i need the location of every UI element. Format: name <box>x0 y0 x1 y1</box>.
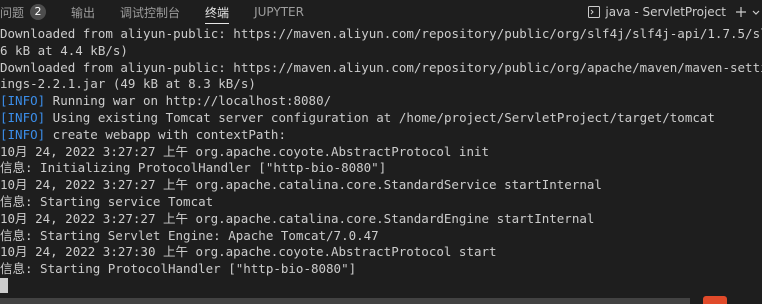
new-terminal-button[interactable] <box>732 0 750 24</box>
terminal-line: 10月 24, 2022 3:27:27 上午 org.apache.catal… <box>0 211 762 228</box>
terminal-line: [INFO] Using existing Tomcat server conf… <box>0 110 762 127</box>
terminal-line-text: ings-2.2.1.jar (49 kB at 8.3 kB/s) <box>0 76 256 92</box>
chevron-down-icon <box>752 10 760 15</box>
terminal-prompt-line <box>0 277 762 295</box>
terminal-selector-label: java - ServletProject <box>605 5 726 19</box>
terminal-line-text: Running war on http://localhost:8080/ <box>45 93 332 109</box>
terminal-actions: java - ServletProject <box>588 0 762 24</box>
info-tag: [INFO] <box>0 109 46 125</box>
terminal-line-text: 6 kB at 4.4 kB/s) <box>0 42 128 58</box>
info-tag: [INFO] <box>0 93 46 109</box>
tab-output-label: 输出 <box>71 5 96 20</box>
terminal-selector[interactable]: java - ServletProject <box>588 0 726 24</box>
terminal-line: 6 kB at 4.4 kB/s) <box>0 43 762 60</box>
tab-terminal-label: 终端 <box>205 5 230 20</box>
terminal-line: 信息: Initializing ProtocolHandler ["http-… <box>0 160 762 177</box>
terminal-line-text: 10月 24, 2022 3:27:27 上午 org.apache.catal… <box>0 210 595 226</box>
terminal-line: [INFO] create webapp with contextPath: <box>0 127 762 144</box>
tab-jupyter[interactable]: JUPYTER <box>254 0 304 24</box>
tab-problems-label: 问题 <box>0 5 25 20</box>
terminal-line: 信息: Starting Servlet Engine: Apache Tomc… <box>0 228 762 245</box>
terminal-line-text: 10月 24, 2022 3:27:30 上午 org.apache.coyot… <box>0 244 497 260</box>
tab-jupyter-label: JUPYTER <box>254 5 304 19</box>
tab-terminal[interactable]: 终端 <box>205 0 230 24</box>
terminal-line-text: create webapp with contextPath: <box>45 126 286 142</box>
plus-icon <box>736 7 746 17</box>
terminal-line: 10月 24, 2022 3:27:27 上午 org.apache.coyot… <box>0 144 762 161</box>
info-tag: [INFO] <box>0 126 46 142</box>
tab-output[interactable]: 输出 <box>71 0 95 24</box>
terminal-cursor <box>0 277 8 293</box>
horizontal-scrollbar[interactable] <box>0 298 690 304</box>
terminal-line-text: 信息: Starting ProtocolHandler ["http-bio-… <box>0 261 357 277</box>
terminal-panel: 问题 2 输出 调试控制台 终端 JUPYTER java - ServletP… <box>0 0 762 304</box>
terminal-line-text: Using existing Tomcat server configurati… <box>45 109 715 125</box>
terminal-line: 10月 24, 2022 3:27:30 上午 org.apache.coyot… <box>0 244 762 261</box>
terminal-line: [INFO] Running war on http://localhost:8… <box>0 93 762 110</box>
terminal-line: Downloaded from aliyun-public: https://m… <box>0 60 762 77</box>
terminal-icon <box>588 6 601 18</box>
problems-count-badge: 2 <box>30 4 47 20</box>
terminal-line: ings-2.2.1.jar (49 kB at 8.3 kB/s) <box>0 76 762 93</box>
terminal-line-text: 信息: Starting service Tomcat <box>0 193 214 209</box>
terminal-line: 信息: Starting ProtocolHandler ["http-bio-… <box>0 261 762 278</box>
terminal-line: 信息: Starting service Tomcat <box>0 194 762 211</box>
tab-problems[interactable]: 问题 2 <box>0 0 47 24</box>
terminal-line: Downloaded from aliyun-public: https://m… <box>0 26 762 43</box>
terminal-line-text: 10月 24, 2022 3:27:27 上午 org.apache.coyot… <box>0 143 490 159</box>
terminal-line-text: Downloaded from aliyun-public: https://m… <box>0 59 762 75</box>
panel-tab-bar: 问题 2 输出 调试控制台 终端 JUPYTER java - ServletP… <box>0 0 762 24</box>
tab-debug-console-label: 调试控制台 <box>120 5 181 20</box>
terminal-dropdown-button[interactable] <box>750 0 762 24</box>
terminal-output[interactable]: Downloaded from aliyun-public: https://m… <box>0 26 762 296</box>
terminal-line-text: 信息: Starting Servlet Engine: Apache Tomc… <box>0 227 379 243</box>
tab-debug-console[interactable]: 调试控制台 <box>120 0 180 24</box>
terminal-line: 10月 24, 2022 3:27:27 上午 org.apache.catal… <box>0 177 762 194</box>
terminal-line-text: 信息: Initializing ProtocolHandler ["http-… <box>0 160 387 176</box>
corner-logo-icon <box>703 296 727 304</box>
terminal-line-text: 10月 24, 2022 3:27:27 上午 org.apache.catal… <box>0 177 602 193</box>
terminal-line-text: Downloaded from aliyun-public: https://m… <box>0 26 762 41</box>
